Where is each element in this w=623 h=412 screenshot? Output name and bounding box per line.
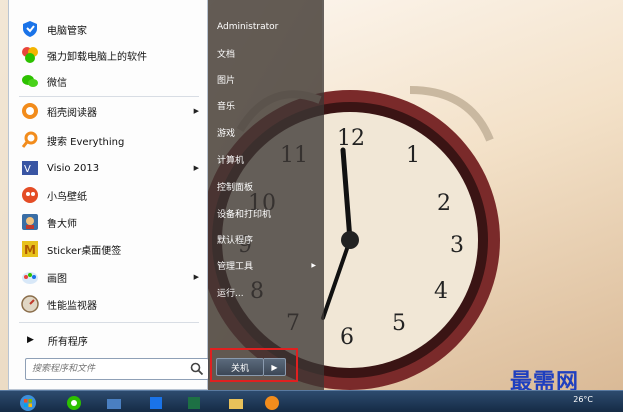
uninstall-icon [19, 44, 41, 66]
program-item-sticker[interactable]: M Sticker桌面便签 [13, 236, 205, 262]
right-item-administrator[interactable]: Administrator [212, 16, 322, 38]
program-item-pc-manager[interactable]: 电脑管家 [13, 16, 205, 42]
program-item-uninstaller[interactable]: 强力卸载电脑上的软件 [13, 42, 205, 68]
program-item-everything[interactable]: 搜索 Everything [13, 127, 205, 153]
shutdown-button[interactable]: 关机 [216, 358, 264, 376]
program-label: 鲁大师 [47, 218, 77, 230]
program-item-performance-monitor[interactable]: 性能监视器 [13, 291, 205, 317]
svg-text:2: 2 [437, 191, 451, 216]
divider [19, 96, 199, 97]
right-item-computer[interactable]: 计算机 [212, 148, 322, 170]
all-programs-label: 所有程序 [47, 336, 88, 348]
sticker-icon: M [19, 238, 41, 260]
search-box[interactable] [25, 358, 209, 380]
right-item-pictures[interactable]: 图片 [212, 68, 322, 90]
all-programs-button[interactable]: ▶ 所有程序 [13, 328, 205, 352]
svg-text:3: 3 [450, 233, 464, 258]
program-item-ludashi[interactable]: 鲁大师 [13, 209, 205, 235]
app-icon[interactable] [146, 393, 166, 412]
program-label: Sticker桌面便签 [47, 245, 122, 257]
right-item-admin-tools[interactable]: 管理工具 ▶ [212, 254, 322, 276]
explorer-icon[interactable] [104, 393, 124, 412]
submenu-arrow-icon: ▶ [193, 273, 199, 281]
submenu-arrow-icon: ▶ [193, 107, 199, 115]
visio-icon: V [19, 157, 41, 179]
program-label: 性能监视器 [47, 300, 97, 312]
program-label: 微信 [47, 77, 67, 89]
divider [19, 322, 199, 323]
svg-text:M: M [24, 243, 36, 257]
reader-icon [19, 100, 41, 122]
right-item-label: 运行... [217, 288, 244, 299]
right-item-label: Administrator [217, 22, 279, 32]
shield-icon [19, 18, 41, 40]
bird-icon [19, 184, 41, 206]
right-item-run[interactable]: 运行... [212, 281, 322, 303]
app2-icon[interactable] [262, 393, 282, 412]
partial-item [21, 0, 211, 6]
excel-icon[interactable] [184, 393, 204, 412]
monitor-icon [19, 293, 41, 315]
browser-icon[interactable] [64, 393, 84, 412]
program-label: 搜索 Everything [47, 136, 125, 148]
shutdown-options-button[interactable]: ▶ [264, 358, 286, 376]
search-input[interactable] [26, 360, 186, 378]
right-item-devices-printers[interactable]: 设备和打印机 [212, 202, 322, 224]
ludashi-icon [19, 211, 41, 233]
svg-text:12: 12 [337, 126, 365, 151]
program-label: 稻壳阅读器 [47, 107, 97, 119]
right-item-label: 管理工具 [217, 261, 254, 272]
triangle-right-icon: ▶ [27, 335, 34, 345]
program-label: 画图 [47, 273, 67, 285]
svg-text:6: 6 [340, 325, 354, 350]
right-item-label: 文档 [217, 49, 236, 60]
program-item-wechat[interactable]: 微信 [13, 68, 205, 94]
program-item-docer-reader[interactable]: 稻壳阅读器 ▶ [13, 98, 205, 124]
right-item-label: 控制面板 [217, 182, 254, 193]
search-icon[interactable] [190, 361, 204, 380]
right-item-label: 默认程序 [217, 235, 254, 246]
svg-text:5: 5 [392, 311, 406, 336]
shutdown-highlight-box: 关机 ▶ [210, 348, 298, 382]
start-menu-programs-panel: 电脑管家 强力卸载电脑上的软件 微信 稻壳阅读器 ▶ 搜索 Everything… [8, 0, 211, 390]
submenu-arrow-icon: ▶ [311, 261, 316, 269]
svg-text:V: V [24, 164, 31, 175]
right-item-label: 图片 [217, 75, 236, 86]
temperature-label: 26°C [573, 395, 593, 404]
program-label: 强力卸载电脑上的软件 [47, 51, 147, 63]
right-item-control-panel[interactable]: 控制面板 [212, 175, 322, 197]
program-item-paint[interactable]: 画图 ▶ [13, 264, 205, 290]
svg-text:1: 1 [406, 143, 420, 168]
svg-text:4: 4 [434, 279, 448, 304]
magnifier-icon [19, 129, 41, 151]
folder-icon[interactable] [226, 393, 246, 412]
start-orb-icon[interactable] [18, 393, 38, 412]
program-label: 小鸟壁纸 [47, 191, 87, 203]
right-item-documents[interactable]: 文档 [212, 42, 322, 64]
wechat-icon [19, 70, 41, 92]
right-item-label: 设备和打印机 [217, 209, 272, 220]
start-menu-places-panel: Administrator 文档 图片 音乐 游戏 计算机 控制面板 设备和打印… [208, 0, 324, 390]
right-item-label: 计算机 [217, 155, 245, 166]
chevron-right-icon: ▶ [271, 362, 278, 372]
program-item-visio[interactable]: V Visio 2013 ▶ [13, 155, 205, 181]
program-item-bird-wallpaper[interactable]: 小鸟壁纸 [13, 182, 205, 208]
taskbar: 26°C [0, 390, 623, 412]
right-item-music[interactable]: 音乐 [212, 94, 322, 116]
program-label: 电脑管家 [47, 25, 87, 37]
right-item-label: 音乐 [217, 101, 236, 112]
right-item-games[interactable]: 游戏 [212, 121, 322, 143]
right-item-default-programs[interactable]: 默认程序 [212, 228, 322, 250]
right-item-label: 游戏 [217, 128, 236, 139]
program-label: Visio 2013 [47, 162, 100, 174]
submenu-arrow-icon: ▶ [193, 164, 199, 172]
shutdown-label: 关机 [230, 363, 249, 374]
paint-icon [19, 266, 41, 288]
